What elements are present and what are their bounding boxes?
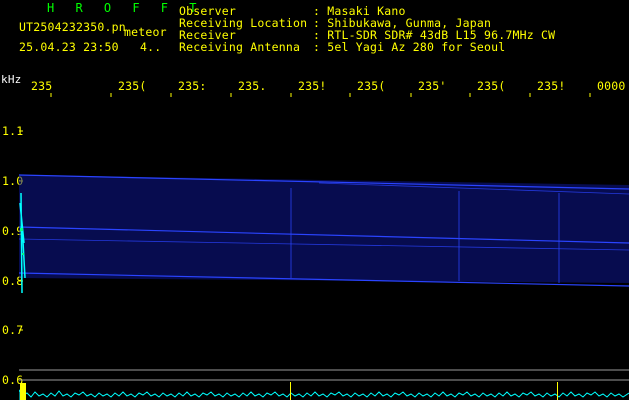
event-markers <box>20 382 558 400</box>
info-value-antenna: : 5el Yagi Az 280 for Seoul <box>313 40 506 54</box>
echo-count: 4.. <box>140 40 162 54</box>
date-time: 25.04.23 23:50 <box>19 40 119 54</box>
x-tick-label: 235! <box>537 79 566 93</box>
signal-strength-trace <box>19 389 629 400</box>
y-axis-unit: kHz <box>1 73 22 86</box>
x-tick-label: 235' <box>418 79 447 93</box>
x-tick-label: 235. <box>238 79 267 93</box>
time-tick-marks <box>50 93 591 97</box>
spectrogram <box>19 93 629 400</box>
file-name: UT2504232350.pn <box>19 20 126 34</box>
event-marker-bar <box>20 383 26 400</box>
x-tick-label: 235( <box>357 79 386 93</box>
info-label-antenna: Receiving Antenna <box>179 40 301 54</box>
x-tick-label: 235 <box>31 79 53 93</box>
x-tick-label: 0000 <box>597 79 626 93</box>
event-marker-line <box>557 382 558 400</box>
detection-tag: meteor <box>124 25 167 39</box>
x-tick-label: 235! <box>298 79 327 93</box>
x-tick-label: 235: <box>178 79 207 93</box>
baseline-lines <box>19 369 629 381</box>
x-tick-label: 235( <box>477 79 506 93</box>
x-tick-label: 235( <box>118 79 147 93</box>
event-marker-line <box>290 382 291 400</box>
